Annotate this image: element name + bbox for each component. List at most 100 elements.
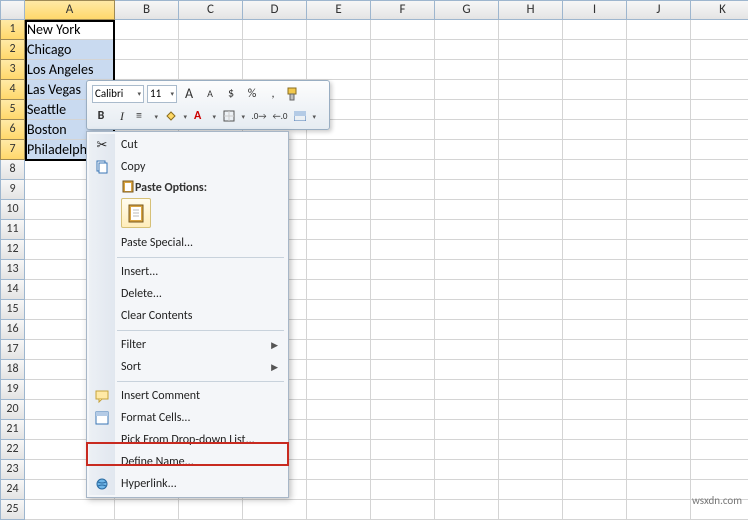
borders-button[interactable]: ▾ <box>221 107 247 125</box>
percent-format-button[interactable]: % <box>243 85 261 103</box>
font-name-select[interactable]: Calibri▾ <box>92 85 144 103</box>
cell-I8[interactable] <box>563 160 627 180</box>
cell-G20[interactable] <box>435 400 499 420</box>
cell-E15[interactable] <box>307 300 371 320</box>
merge-button[interactable]: ▾ <box>292 107 318 125</box>
cell-G17[interactable] <box>435 340 499 360</box>
row-header-13[interactable]: 13 <box>0 260 25 280</box>
cell-E1[interactable] <box>307 20 371 40</box>
row-header-12[interactable]: 12 <box>0 240 25 260</box>
cell-G18[interactable] <box>435 360 499 380</box>
shrink-font-button[interactable]: A <box>201 85 219 103</box>
cell-E18[interactable] <box>307 360 371 380</box>
cell-I10[interactable] <box>563 200 627 220</box>
cell-I17[interactable] <box>563 340 627 360</box>
cell-J18[interactable] <box>627 360 691 380</box>
col-header-F[interactable]: F <box>371 0 435 20</box>
row-header-9[interactable]: 9 <box>0 180 25 200</box>
cell-F13[interactable] <box>371 260 435 280</box>
row-header-1[interactable]: 1 <box>0 20 25 40</box>
cell-G7[interactable] <box>435 140 499 160</box>
format-painter-button[interactable] <box>285 85 303 103</box>
cell-H21[interactable] <box>499 420 563 440</box>
cell-E22[interactable] <box>307 440 371 460</box>
cell-H1[interactable] <box>499 20 563 40</box>
cell-B1[interactable] <box>115 20 179 40</box>
cell-H23[interactable] <box>499 460 563 480</box>
font-color-button[interactable]: A▾ <box>192 107 218 125</box>
cell-H14[interactable] <box>499 280 563 300</box>
cell-I11[interactable] <box>563 220 627 240</box>
cell-I1[interactable] <box>563 20 627 40</box>
cell-G4[interactable] <box>435 80 499 100</box>
italic-button[interactable]: I <box>113 107 131 125</box>
cell-K7[interactable] <box>691 140 748 160</box>
cell-H10[interactable] <box>499 200 563 220</box>
cell-J16[interactable] <box>627 320 691 340</box>
cell-F1[interactable] <box>371 20 435 40</box>
cell-F7[interactable] <box>371 140 435 160</box>
cell-C1[interactable] <box>179 20 243 40</box>
cell-G6[interactable] <box>435 120 499 140</box>
cell-K18[interactable] <box>691 360 748 380</box>
row-header-19[interactable]: 19 <box>0 380 25 400</box>
cell-J15[interactable] <box>627 300 691 320</box>
cell-I14[interactable] <box>563 280 627 300</box>
cell-E20[interactable] <box>307 400 371 420</box>
row-header-16[interactable]: 16 <box>0 320 25 340</box>
menu-insert-comment[interactable]: Insert Comment <box>89 385 286 407</box>
paste-keep-source-button[interactable] <box>121 198 151 228</box>
row-header-4[interactable]: 4 <box>0 80 25 100</box>
cell-B3[interactable] <box>115 60 179 80</box>
cell-K19[interactable] <box>691 380 748 400</box>
row-header-20[interactable]: 20 <box>0 400 25 420</box>
cell-G5[interactable] <box>435 100 499 120</box>
cell-F21[interactable] <box>371 420 435 440</box>
cell-F8[interactable] <box>371 160 435 180</box>
cell-H6[interactable] <box>499 120 563 140</box>
cell-E17[interactable] <box>307 340 371 360</box>
cell-H16[interactable] <box>499 320 563 340</box>
cell-H9[interactable] <box>499 180 563 200</box>
cell-I19[interactable] <box>563 380 627 400</box>
cell-I20[interactable] <box>563 400 627 420</box>
cell-D1[interactable] <box>243 20 307 40</box>
cell-I24[interactable] <box>563 480 627 500</box>
row-header-21[interactable]: 21 <box>0 420 25 440</box>
cell-G24[interactable] <box>435 480 499 500</box>
cell-K11[interactable] <box>691 220 748 240</box>
cell-H22[interactable] <box>499 440 563 460</box>
menu-clear-contents[interactable]: Clear Contents <box>89 305 286 327</box>
cell-K1[interactable] <box>691 20 748 40</box>
cell-K5[interactable] <box>691 100 748 120</box>
cell-A25[interactable] <box>25 500 115 520</box>
row-header-2[interactable]: 2 <box>0 40 25 60</box>
cell-F10[interactable] <box>371 200 435 220</box>
cell-H3[interactable] <box>499 60 563 80</box>
cell-E11[interactable] <box>307 220 371 240</box>
cell-F24[interactable] <box>371 480 435 500</box>
cell-J24[interactable] <box>627 480 691 500</box>
cell-H11[interactable] <box>499 220 563 240</box>
cell-H20[interactable] <box>499 400 563 420</box>
cell-K20[interactable] <box>691 400 748 420</box>
cell-C2[interactable] <box>179 40 243 60</box>
cell-K14[interactable] <box>691 280 748 300</box>
cell-I2[interactable] <box>563 40 627 60</box>
cell-G19[interactable] <box>435 380 499 400</box>
cell-E8[interactable] <box>307 160 371 180</box>
row-header-10[interactable]: 10 <box>0 200 25 220</box>
cell-F11[interactable] <box>371 220 435 240</box>
cell-G23[interactable] <box>435 460 499 480</box>
row-header-25[interactable]: 25 <box>0 500 25 520</box>
col-header-H[interactable]: H <box>499 0 563 20</box>
cell-E16[interactable] <box>307 320 371 340</box>
cell-E9[interactable] <box>307 180 371 200</box>
cell-J1[interactable] <box>627 20 691 40</box>
accounting-format-button[interactable]: $ <box>222 85 240 103</box>
cell-K21[interactable] <box>691 420 748 440</box>
cell-I18[interactable] <box>563 360 627 380</box>
cell-J7[interactable] <box>627 140 691 160</box>
cell-I3[interactable] <box>563 60 627 80</box>
cell-I12[interactable] <box>563 240 627 260</box>
